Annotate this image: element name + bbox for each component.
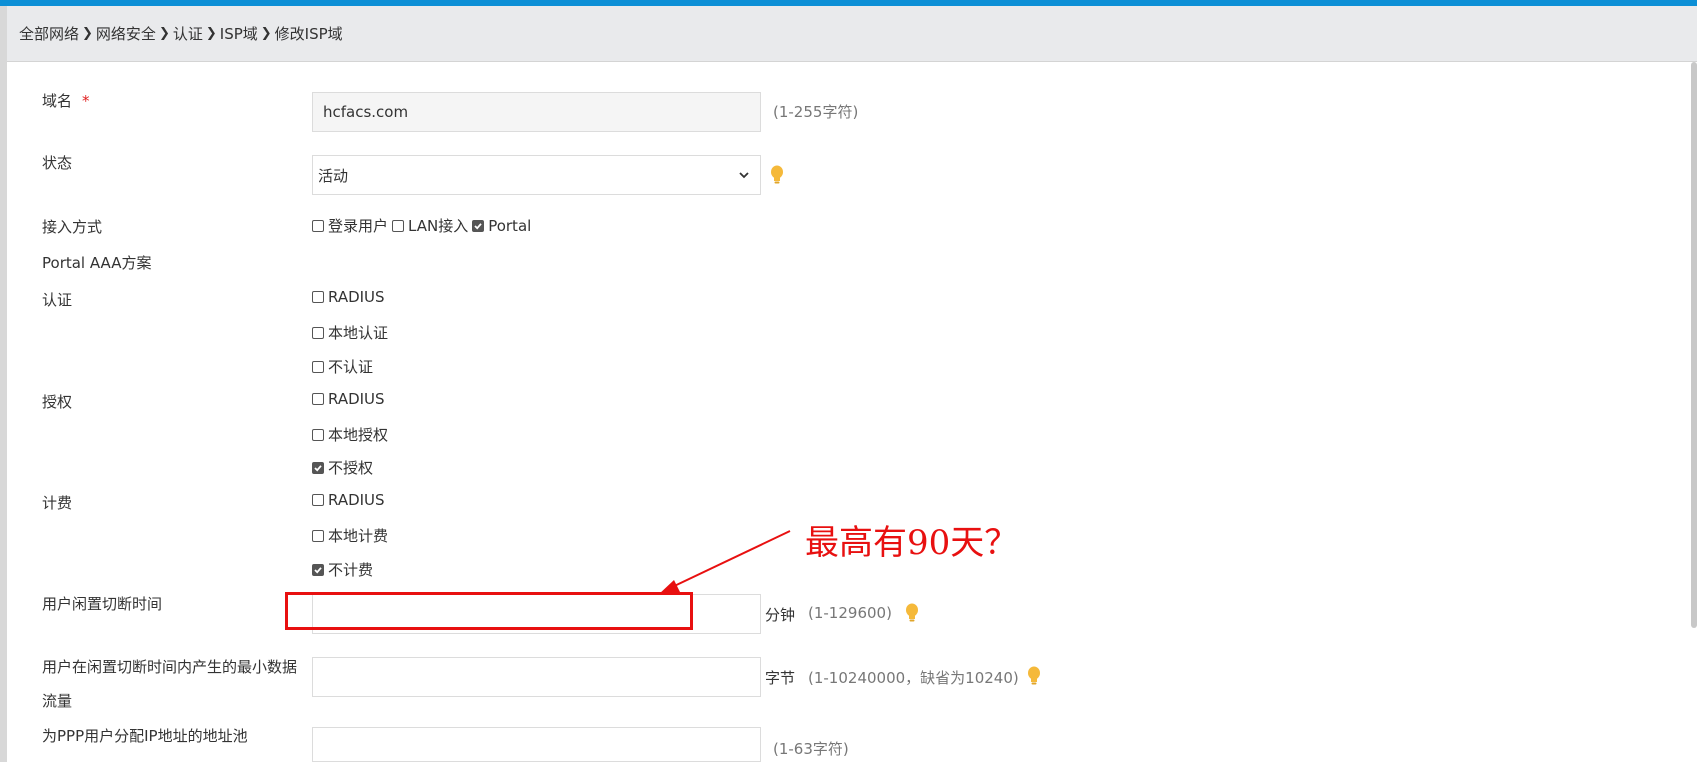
auth-radius-checkbox[interactable]: RADIUS	[312, 288, 385, 306]
auth-label: 认证	[42, 291, 73, 309]
checkbox-box-checked[interactable]	[312, 461, 324, 474]
breadcrumb-item-auth[interactable]: 认证	[173, 23, 203, 44]
auth-local-checkbox[interactable]: 本地认证	[312, 322, 388, 343]
domain-name-hint: (1-255字符)	[773, 103, 859, 121]
status-label: 状态	[42, 154, 73, 172]
checkbox-box[interactable]	[312, 494, 324, 506]
domain-name-input[interactable]: hcfacs.com	[312, 92, 761, 132]
checkbox-box[interactable]	[312, 428, 324, 441]
checkbox-box[interactable]	[312, 219, 324, 232]
access-mode-lan-checkbox[interactable]: LAN接入	[392, 215, 468, 236]
min-traffic-input[interactable]	[312, 657, 761, 697]
checkmark-icon	[314, 464, 322, 472]
chevron-right-icon: ❯	[205, 26, 217, 41]
chevron-right-icon: ❯	[158, 26, 170, 41]
chevron-right-icon: ❯	[82, 26, 93, 41]
authorization-none-checkbox[interactable]: 不授权	[312, 457, 373, 478]
authorization-radius-checkbox[interactable]: RADIUS	[312, 390, 385, 408]
ppp-pool-label: 为PPP用户分配IP地址的地址池	[42, 727, 248, 745]
annotation-highlight-box	[285, 592, 693, 630]
accounting-label: 计费	[42, 494, 73, 512]
vertical-scrollbar[interactable]	[1691, 62, 1697, 628]
domain-name-label: 域名 *	[42, 92, 90, 110]
checkbox-box[interactable]	[312, 393, 324, 405]
idle-cut-unit: 分钟	[765, 606, 796, 624]
checkbox-box[interactable]	[312, 326, 324, 339]
portal-aaa-label: Portal AAA方案	[42, 254, 152, 272]
accounting-radius-checkbox[interactable]: RADIUS	[312, 491, 385, 509]
checkbox-box[interactable]	[312, 529, 324, 542]
breadcrumb-item-all-networks[interactable]: 全部网络	[19, 23, 79, 44]
min-traffic-label-line2: 流量	[42, 692, 73, 710]
checkmark-icon	[474, 222, 482, 230]
min-traffic-label-line1: 用户在闲置切断时间内产生的最小数据	[42, 658, 298, 676]
left-frame-edge	[0, 6, 7, 762]
checkbox-box-checked[interactable]	[472, 219, 485, 232]
auth-none-checkbox[interactable]: 不认证	[312, 356, 373, 377]
idle-cut-label: 用户闲置切断时间	[42, 595, 163, 613]
status-select[interactable]: 活动	[312, 155, 761, 195]
chevron-right-icon: ❯	[260, 26, 272, 41]
chevron-down-icon	[739, 172, 749, 179]
ppp-pool-input[interactable]	[312, 727, 761, 762]
access-mode-login-user-checkbox[interactable]: 登录用户	[312, 215, 388, 236]
breadcrumb-item-edit-isp-domain: 修改ISP域	[274, 25, 343, 43]
breadcrumb-item-isp-domain[interactable]: ISP域	[220, 23, 258, 44]
access-mode-label: 接入方式	[42, 218, 103, 236]
checkbox-box[interactable]	[312, 360, 324, 373]
lightbulb-icon[interactable]	[769, 165, 785, 185]
lightbulb-icon[interactable]	[1026, 666, 1042, 686]
access-mode-options: 登录用户 LAN接入 Portal	[312, 215, 535, 236]
accounting-none-checkbox[interactable]: 不计费	[312, 559, 373, 580]
idle-cut-hint: (1-129600)	[808, 604, 892, 622]
authorization-label: 授权	[42, 393, 73, 411]
accounting-local-checkbox[interactable]: 本地计费	[312, 525, 388, 546]
checkbox-box-checked[interactable]	[312, 563, 324, 576]
min-traffic-unit: 字节	[765, 669, 796, 687]
authorization-local-checkbox[interactable]: 本地授权	[312, 424, 388, 445]
checkbox-box[interactable]	[312, 291, 324, 303]
breadcrumb: 全部网络 ❯ 网络安全 ❯ 认证 ❯ ISP域 ❯ 修改ISP域	[7, 6, 1697, 62]
annotation-text: 最高有90天？	[805, 523, 1019, 563]
min-traffic-hint: (1-10240000，缺省为10240)	[808, 669, 1019, 687]
lightbulb-icon[interactable]	[904, 603, 920, 623]
breadcrumb-item-network-security[interactable]: 网络安全	[96, 23, 156, 44]
ppp-pool-hint: (1-63字符)	[773, 740, 849, 758]
checkmark-icon	[314, 566, 322, 574]
access-mode-portal-checkbox[interactable]: Portal	[472, 217, 531, 235]
checkbox-box[interactable]	[392, 219, 405, 232]
required-mark: *	[82, 92, 90, 110]
